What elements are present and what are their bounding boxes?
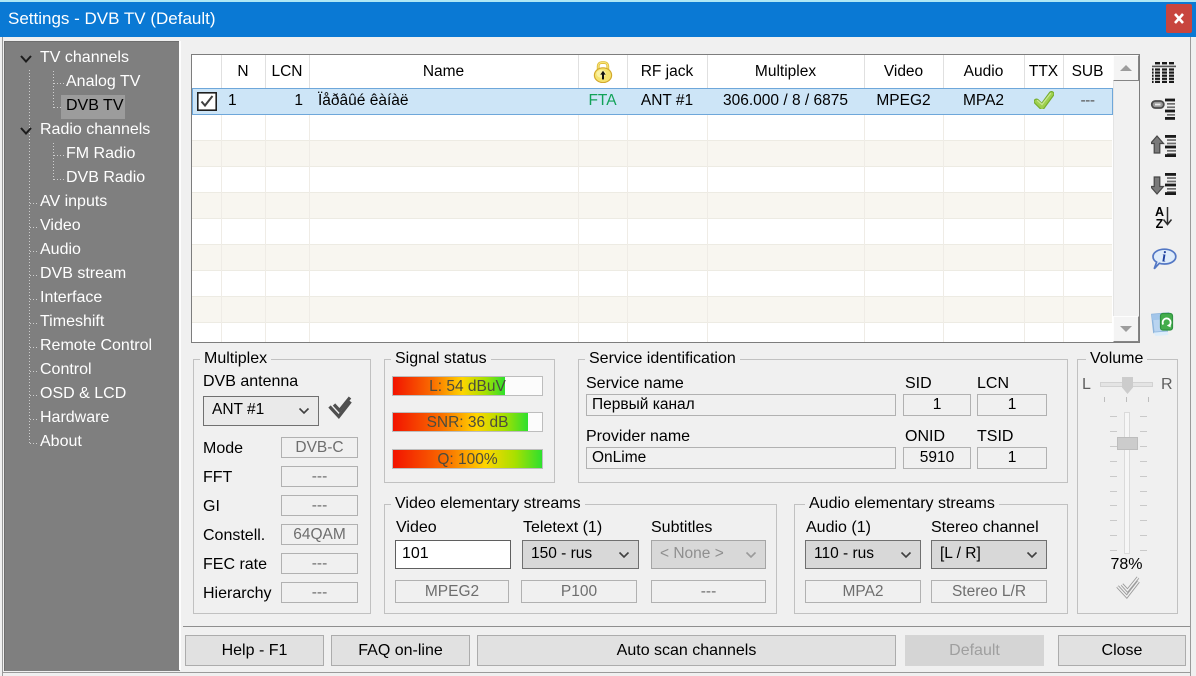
svg-text:i: i [1162,250,1166,266]
